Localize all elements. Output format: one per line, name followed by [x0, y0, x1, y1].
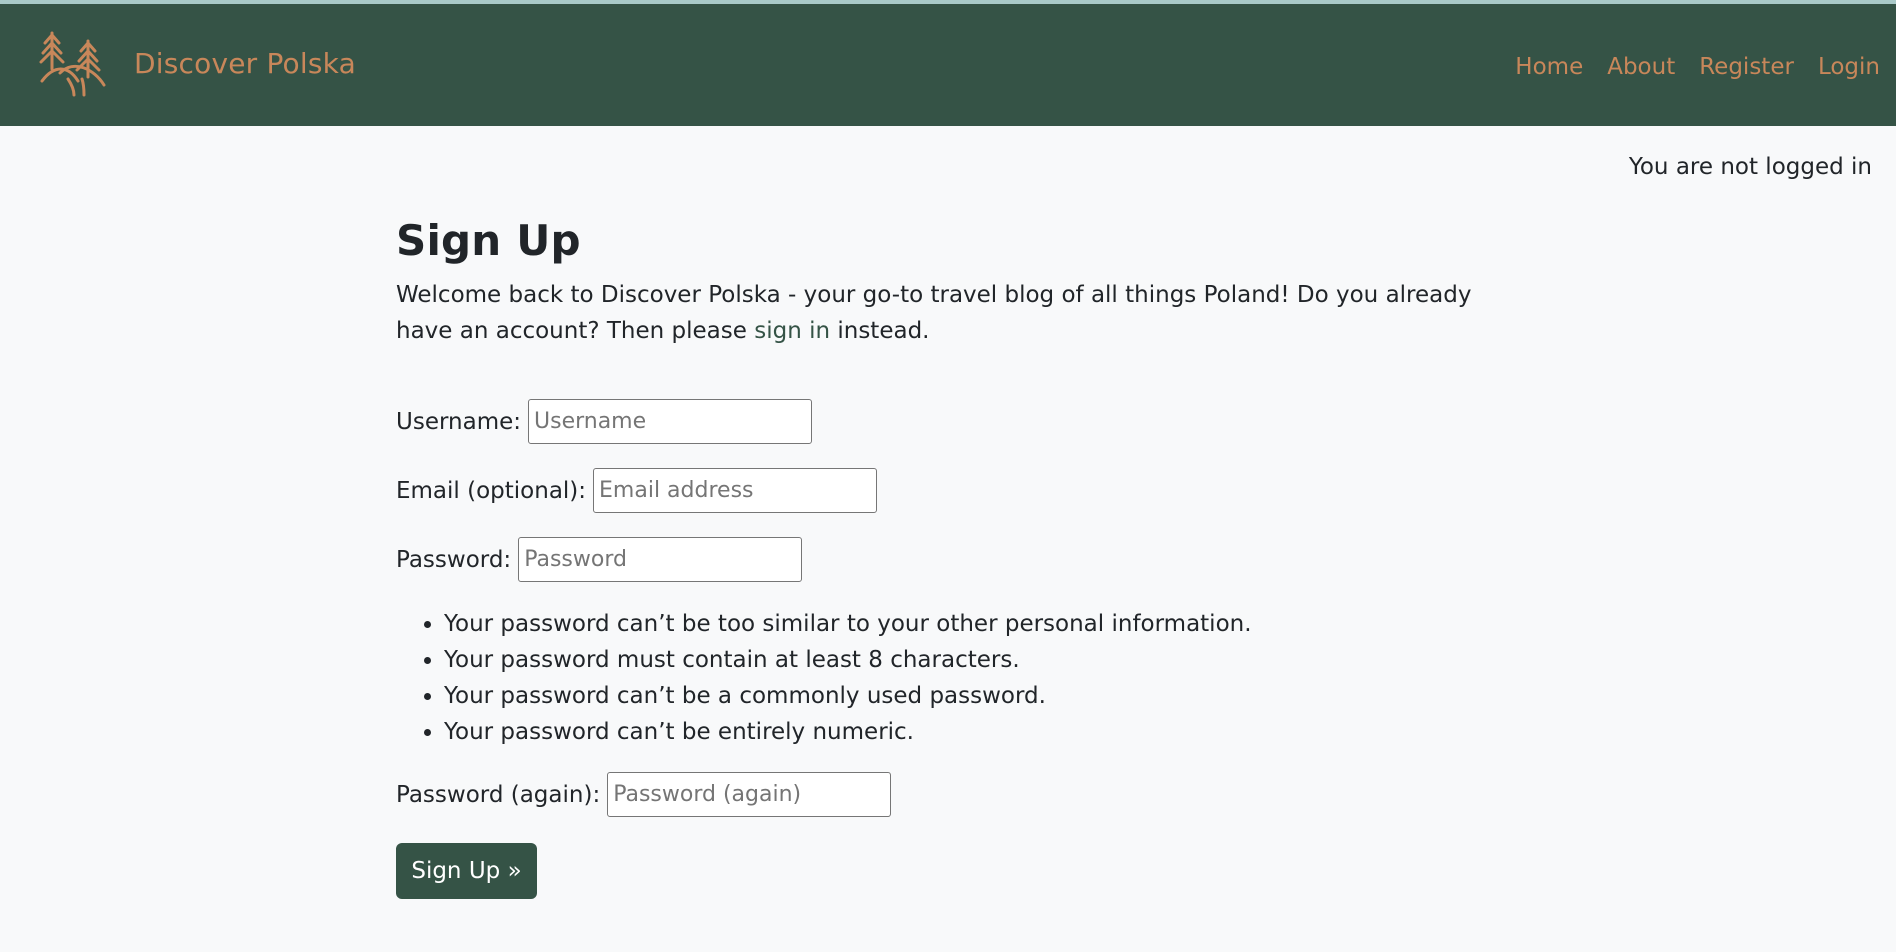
- login-status-text: You are not logged in: [1628, 154, 1872, 180]
- signup-form: Username: Email (optional): Password: Yo…: [396, 399, 1496, 899]
- password-help-item: Your password must contain at least 8 ch…: [444, 642, 1496, 678]
- forest-hills-icon: [38, 29, 108, 97]
- username-row: Username:: [396, 399, 1496, 444]
- intro-text-before: Welcome back to Discover Polska - your g…: [396, 282, 1472, 344]
- password-again-label: Password (again):: [396, 781, 601, 808]
- password-help-list: Your password can’t be too similar to yo…: [444, 606, 1496, 750]
- sign-in-link[interactable]: sign in: [754, 318, 830, 344]
- email-label: Email (optional):: [396, 477, 587, 504]
- password-again-row: Password (again):: [396, 772, 1496, 817]
- password-help-item: Your password can’t be entirely numeric.: [444, 714, 1496, 750]
- password-input[interactable]: [518, 537, 803, 582]
- email-input[interactable]: [593, 468, 878, 513]
- navbar: Discover Polska Home About Register Logi…: [0, 4, 1896, 126]
- page-title: Sign Up: [396, 216, 581, 265]
- password-row: Password:: [396, 537, 1496, 582]
- nav-about-link[interactable]: About: [1607, 54, 1675, 80]
- nav-login-link[interactable]: Login: [1818, 54, 1880, 80]
- login-status-bar: You are not logged in: [0, 126, 1896, 206]
- brand-name: Discover Polska: [134, 46, 356, 80]
- password-help-item: Your password can’t be too similar to yo…: [444, 606, 1496, 642]
- nav-home-link[interactable]: Home: [1515, 54, 1583, 80]
- nav-register-link[interactable]: Register: [1699, 54, 1794, 80]
- email-row: Email (optional):: [396, 468, 1496, 513]
- password-help-item: Your password can’t be a commonly used p…: [444, 678, 1496, 714]
- intro-text: Welcome back to Discover Polska - your g…: [396, 277, 1496, 349]
- intro-text-after: instead.: [830, 318, 930, 344]
- main-content: Sign Up Welcome back to Discover Polska …: [396, 216, 1496, 899]
- password-label: Password:: [396, 546, 512, 573]
- sign-up-button[interactable]: Sign Up »: [396, 843, 537, 899]
- brand[interactable]: Discover Polska: [38, 29, 356, 97]
- username-input[interactable]: [528, 399, 812, 444]
- password-again-input[interactable]: [607, 772, 892, 817]
- nav-links: Home About Register Login: [1515, 54, 1880, 80]
- username-label: Username:: [396, 408, 521, 435]
